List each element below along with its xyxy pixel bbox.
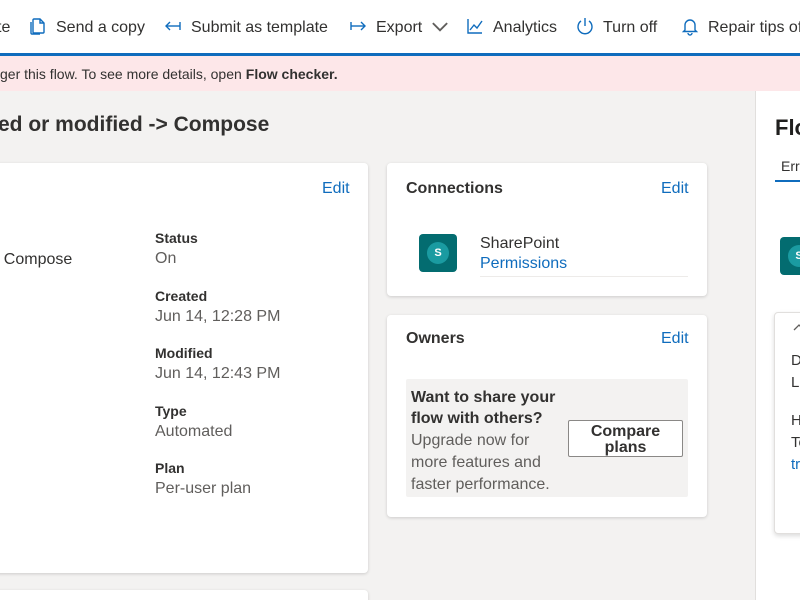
command-bar: te Send a copy Submit as template Export… (0, 0, 800, 56)
page-title: ed or modified -> Compose (0, 113, 270, 136)
connection-name: SharePoint (480, 235, 560, 252)
type-value: Automated (155, 423, 233, 440)
upgrade-panel: Want to share your flow with others? Upg… (406, 379, 688, 497)
export-button[interactable]: Export (348, 0, 458, 56)
owners-edit-link[interactable]: Edit (661, 330, 689, 348)
chevron-down-icon (422, 16, 458, 41)
plan-label: Plan (155, 460, 185, 476)
status-value: On (155, 250, 177, 267)
copy-icon (28, 16, 56, 41)
plan-field: Plan Per-user plan (155, 460, 251, 498)
connections-title: Connections (406, 180, 503, 197)
owners-title: Owners (406, 330, 465, 347)
edit-label: te (0, 19, 11, 36)
arrow-left-icon (163, 16, 191, 41)
submit-template-label: Submit as template (191, 19, 328, 36)
created-field: Created Jun 14, 12:28 PM (155, 288, 280, 326)
connections-card: Connections Edit S SharePoint Permission… (387, 163, 707, 296)
repair-tips-button[interactable]: Repair tips of (680, 0, 800, 56)
banner-text: ger this flow. To see more details, open (0, 65, 242, 82)
status-label: Status (155, 230, 198, 246)
created-label: Created (155, 288, 208, 304)
upsell-text: Upgrade now for more features and faster… (411, 432, 550, 493)
edit-button[interactable]: te (0, 0, 10, 56)
analytics-button[interactable]: Analytics (465, 0, 557, 56)
details-edit-link[interactable]: Edit (322, 180, 350, 198)
modified-field: Modified Jun 14, 12:43 PM (155, 345, 280, 383)
repair-tips-label: Repair tips of (708, 19, 800, 36)
plan-value: Per-user plan (155, 480, 252, 497)
status-field: Status On (155, 230, 198, 268)
upsell-title: Want to share your flow with others? (411, 389, 556, 427)
turn-off-button[interactable]: Turn off (575, 0, 657, 56)
owners-card: Owners Edit Want to share your flow with… (387, 315, 707, 517)
panel-title: Flo (775, 115, 800, 140)
compare-plans-button[interactable]: Compare plans (568, 420, 683, 457)
error-line-1: D (791, 352, 800, 369)
error-banner: ger this flow. To see more details, open… (0, 56, 800, 91)
power-icon (575, 16, 603, 41)
send-copy-label: Send a copy (56, 19, 145, 36)
arrow-right-icon (348, 16, 376, 41)
chevron-up-icon[interactable] (792, 321, 800, 335)
send-copy-button[interactable]: Send a copy (28, 0, 145, 56)
analytics-label: Analytics (493, 19, 558, 36)
flow-checker-panel: Flo Err S D La H To tr (755, 91, 800, 600)
details-card: Edit > Compose Status On Created Jun 14,… (0, 163, 368, 573)
flow-checker-link[interactable]: Flow checker. (246, 66, 338, 82)
turn-off-label: Turn off (603, 19, 658, 36)
modified-label: Modified (155, 345, 213, 361)
type-label: Type (155, 403, 187, 419)
error-line-3: H (791, 412, 800, 429)
sharepoint-icon: S (780, 237, 800, 275)
connections-edit-link[interactable]: Edit (661, 180, 689, 198)
modified-value: Jun 14, 12:43 PM (155, 365, 281, 382)
tab-errors[interactable]: Err (781, 158, 800, 174)
bell-icon (680, 16, 708, 41)
sharepoint-icon: S (419, 234, 457, 272)
tab-underline (775, 180, 800, 182)
export-label: Export (376, 19, 423, 36)
permissions-link[interactable]: Permissions (480, 255, 567, 273)
run-history-card (0, 590, 368, 600)
divider (480, 276, 688, 277)
flow-name: > Compose (0, 251, 73, 268)
submit-template-button[interactable]: Submit as template (163, 0, 328, 56)
error-line-4: To (791, 434, 800, 451)
type-field: Type Automated (155, 403, 232, 441)
analytics-icon (465, 16, 493, 41)
error-card: D La H To tr (774, 312, 800, 534)
error-link[interactable]: tr (791, 456, 800, 473)
created-value: Jun 14, 12:28 PM (155, 308, 281, 325)
error-line-2: La (791, 374, 800, 391)
